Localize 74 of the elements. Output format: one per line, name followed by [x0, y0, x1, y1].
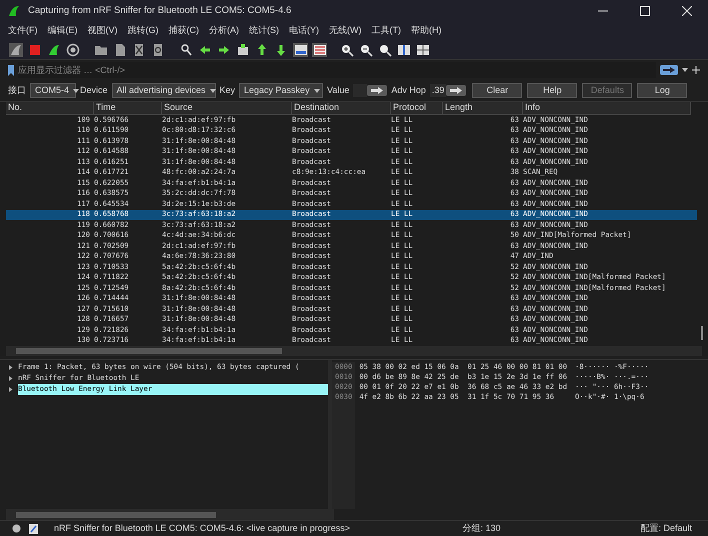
column-header[interactable]: Time — [94, 102, 162, 114]
menu-item[interactable]: 无线(W) — [329, 24, 362, 38]
autoscroll-icon[interactable] — [292, 42, 308, 56]
reload-file-icon[interactable] — [151, 42, 165, 56]
menu-item[interactable]: 统计(S) — [249, 24, 279, 38]
column-header[interactable]: Info — [523, 102, 691, 114]
packet-count: 分组: 130 — [462, 522, 502, 535]
set-adv-hop-icon[interactable] — [446, 85, 466, 96]
menu-item[interactable]: 工具(T) — [372, 24, 401, 38]
maximize-icon[interactable] — [640, 6, 650, 16]
value-field[interactable] — [353, 84, 368, 97]
caret-icon[interactable] — [682, 68, 688, 72]
menu-item[interactable]: 跳转(G) — [128, 24, 158, 38]
device-label: Device — [80, 84, 108, 97]
add-icon[interactable] — [692, 66, 700, 74]
expand-arrow-icon[interactable] — [8, 365, 13, 370]
column-header[interactable]: No. — [6, 102, 94, 114]
zoom-in-icon[interactable] — [340, 42, 354, 56]
key-dropdown[interactable]: Legacy Passkey — [239, 83, 324, 98]
adv-hop-label: Adv Hop — [391, 84, 426, 97]
menu-item[interactable]: 帮助(H) — [411, 24, 442, 38]
file-icon[interactable] — [113, 42, 127, 56]
menu-item[interactable]: 编辑(E) — [48, 24, 78, 38]
arrow-down-icon[interactable] — [274, 42, 288, 56]
status-indicator-icon[interactable] — [12, 524, 21, 533]
value-label: Value — [327, 84, 350, 97]
horizontal-scrollbar[interactable] — [6, 509, 334, 520]
bookmark-icon[interactable] — [8, 64, 14, 76]
key-label: Key — [220, 84, 236, 97]
column-header[interactable]: Source — [162, 102, 292, 114]
interface-dropdown[interactable]: COM5-4 — [30, 83, 76, 98]
apply-filter-icon[interactable] — [660, 65, 678, 75]
menu-item[interactable]: 视图(V) — [88, 24, 118, 38]
menu-item[interactable]: 捕获(C) — [168, 24, 199, 38]
adv-hop-field[interactable]: .39 — [430, 84, 446, 98]
shark-fin-icon[interactable] — [9, 42, 23, 56]
caret-icon[interactable] — [73, 88, 80, 92]
close-file-icon[interactable] — [132, 42, 146, 56]
set-value-icon[interactable] — [367, 85, 388, 96]
capture-status: nRF Sniffer for Bluetooth LE COM5: COM5-4.6: <live capture in progress> — [54, 522, 350, 535]
resize-columns-icon[interactable] — [397, 42, 411, 56]
expand-arrow-icon[interactable] — [8, 376, 13, 381]
colorize-icon[interactable] — [311, 42, 327, 56]
menu-item[interactable]: 分析(A) — [209, 24, 239, 38]
profile-label: 配置: Default — [640, 522, 692, 535]
device-dropdown[interactable]: All advertising devices — [112, 83, 216, 98]
toolbar-button[interactable]: Log — [637, 83, 688, 98]
close-icon[interactable] — [682, 6, 692, 16]
restart-fin-icon[interactable] — [47, 42, 61, 56]
toolbar-button[interactable]: Help — [527, 83, 578, 98]
settings-icon[interactable] — [66, 42, 80, 56]
column-header[interactable]: Length — [443, 102, 523, 114]
capture-file-icon[interactable] — [29, 524, 38, 534]
expand-arrow-icon[interactable] — [8, 387, 13, 392]
arrow-up-icon[interactable] — [255, 42, 269, 56]
layout-icon[interactable] — [416, 42, 430, 56]
caret-icon[interactable] — [314, 88, 320, 92]
search-icon[interactable] — [179, 42, 193, 56]
window-title: Capturing from nRF Sniffer for Bluetooth LE COM5: COM5-4.6 — [28, 4, 292, 18]
column-header[interactable]: Protocol — [391, 102, 443, 114]
menu-item[interactable]: 电话(Y) — [289, 24, 319, 38]
interface-label: 接口 — [8, 84, 26, 97]
scrollbar-thumb[interactable] — [701, 326, 703, 340]
stop-icon[interactable] — [28, 42, 42, 56]
caret-icon[interactable] — [210, 88, 216, 92]
zoom-out-icon[interactable] — [359, 42, 373, 56]
app-logo-icon — [8, 5, 20, 17]
go-to-packet-icon[interactable] — [236, 42, 250, 56]
horizontal-scrollbar[interactable] — [6, 346, 702, 356]
column-header[interactable]: Destination — [292, 102, 391, 114]
toolbar-button[interactable]: Clear — [472, 83, 522, 98]
menu-item[interactable]: 文件(F) — [8, 24, 38, 38]
display-filter-field[interactable]: 应用显示过滤器 … <Ctrl-/> — [18, 62, 656, 78]
zoom-reset-icon[interactable] — [378, 42, 392, 56]
